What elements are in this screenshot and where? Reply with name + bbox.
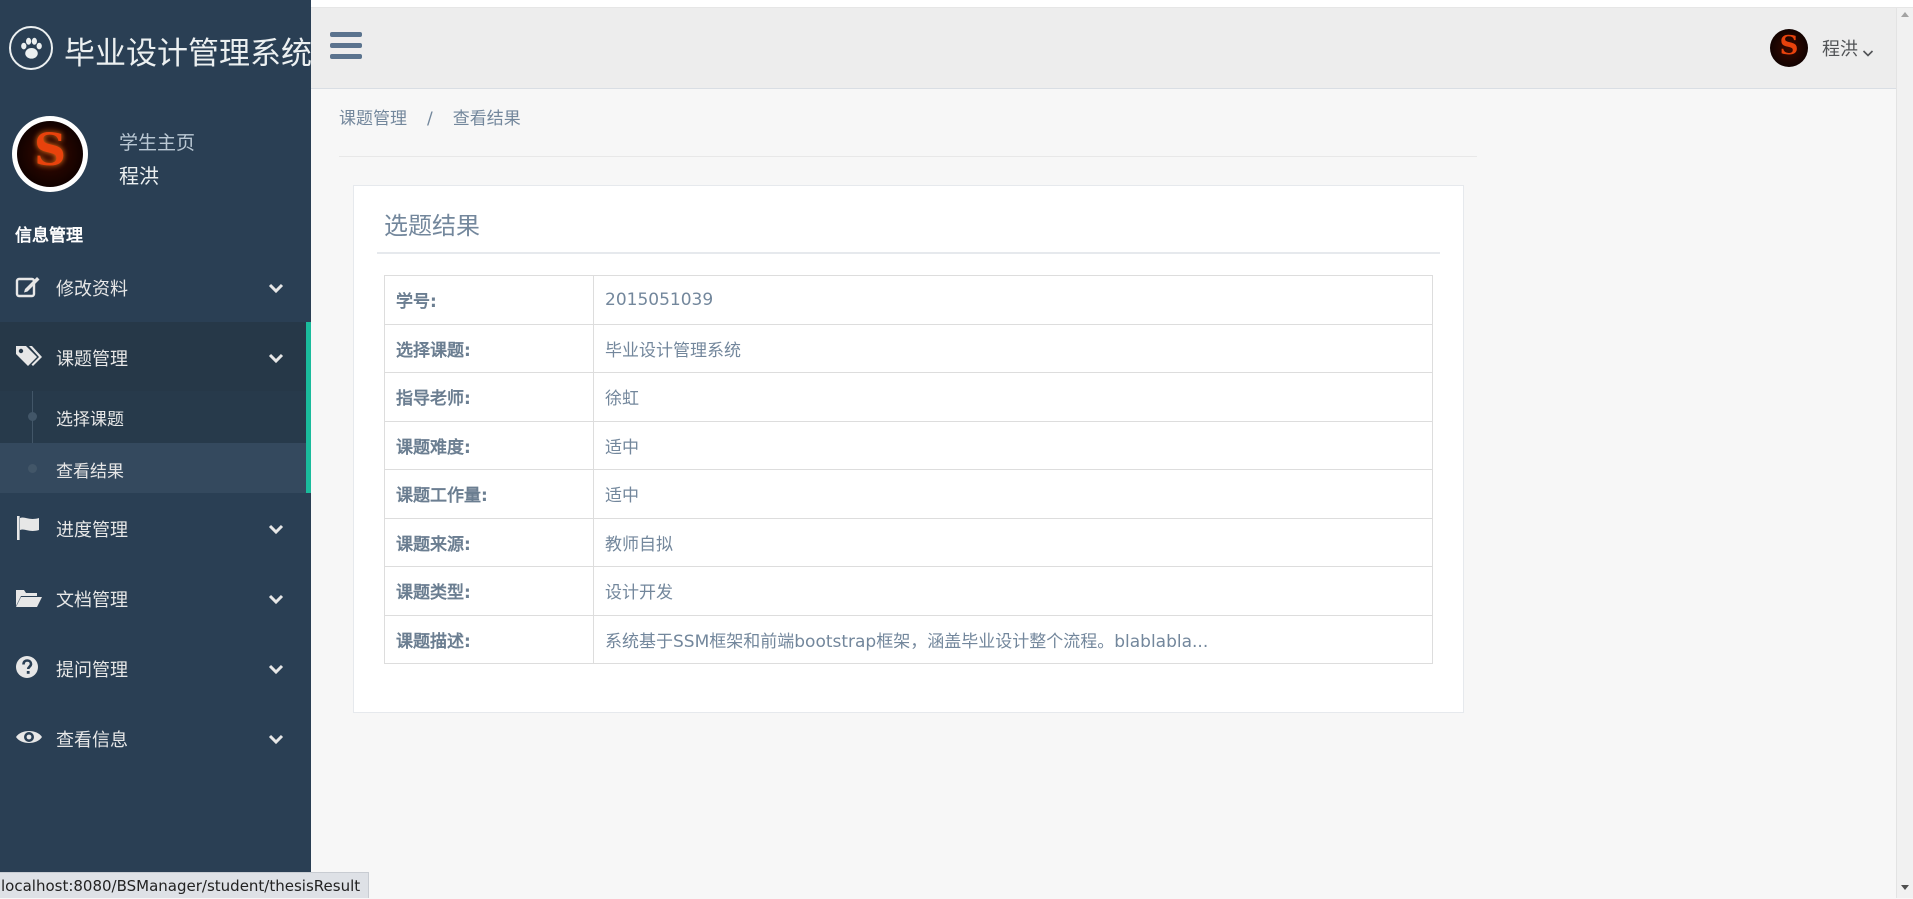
table-row: 课题来源: 教师自拟 xyxy=(384,517,1433,567)
chevron-down-icon xyxy=(268,350,284,364)
section-title: 信息管理 xyxy=(15,226,83,246)
chevron-down-icon xyxy=(268,280,284,294)
table-row: 课题类型: 设计开发 xyxy=(384,566,1433,616)
sidebar-item-progress-management[interactable]: 进度管理 xyxy=(0,493,311,563)
top-strip xyxy=(311,0,1913,8)
submenu-item-label: 查看结果 xyxy=(56,462,124,482)
profile-welcome: 学生主页 xyxy=(119,132,196,154)
avatar: S xyxy=(12,116,88,192)
edit-icon xyxy=(15,274,41,300)
row-value: 徐虹 xyxy=(593,372,1433,422)
sidebar-item-label: 修改资料 xyxy=(56,279,128,300)
divider xyxy=(377,252,1440,254)
avatar-letter: S xyxy=(34,125,66,176)
app-title: 毕业设计管理系统 xyxy=(64,36,312,72)
table-row: 课题描述: 系统基于SSM框架和前端bootstrap框架，涵盖毕业设计整个流程… xyxy=(384,614,1433,664)
breadcrumb-item-topic-management[interactable]: 课题管理 xyxy=(339,109,407,129)
profile-name: 程洪 xyxy=(119,164,159,188)
profile: S 学生主页 程洪 xyxy=(0,112,311,196)
sidebar-item-label: 查看信息 xyxy=(56,730,128,751)
row-value: 教师自拟 xyxy=(593,517,1433,567)
row-value: 2015051039 xyxy=(593,275,1433,325)
scroll-down-icon[interactable] xyxy=(1901,885,1909,890)
chevron-down-icon xyxy=(1862,43,1874,57)
panel-title: 选题结果 xyxy=(384,212,480,240)
row-key: 课题来源: xyxy=(384,517,594,567)
row-value: 适中 xyxy=(593,420,1433,470)
sidebar-item-edit-profile[interactable]: 修改资料 xyxy=(0,252,311,322)
sidebar-item-question-management[interactable]: 提问管理 xyxy=(0,633,311,703)
avatar: S xyxy=(1770,29,1808,67)
row-value: 适中 xyxy=(593,469,1433,519)
flag-icon xyxy=(15,515,41,541)
eye-icon xyxy=(15,725,42,751)
sidebar-item-document-management[interactable]: 文档管理 xyxy=(0,563,311,633)
row-value: 系统基于SSM框架和前端bootstrap框架，涵盖毕业设计整个流程。blabl… xyxy=(593,614,1433,664)
submenu-item-select-topic[interactable]: 选择课题 xyxy=(0,391,306,441)
sidebar-item-label: 课题管理 xyxy=(56,349,128,370)
breadcrumb: 课题管理 / 查看结果 xyxy=(339,104,521,129)
table-row: 学号: 2015051039 xyxy=(384,275,1433,325)
user-menu[interactable]: S 程洪 xyxy=(1770,28,1874,68)
avatar-letter: S xyxy=(1779,31,1799,61)
top-nav: S 程洪 xyxy=(311,8,1896,89)
row-key: 课题工作量: xyxy=(384,469,594,519)
status-bar-url: localhost:8080/BSManager/student/thesisR… xyxy=(0,872,370,898)
sidebar-item-topic-management[interactable]: 课题管理 xyxy=(0,322,311,392)
row-key: 学号: xyxy=(384,275,594,325)
result-panel: 选题结果 学号: 2015051039 选择课题: 毕业设计管理系统 指导老师:… xyxy=(353,185,1464,713)
row-key: 指导老师: xyxy=(384,372,594,422)
scrollbar[interactable] xyxy=(1896,8,1913,898)
table-row: 课题难度: 适中 xyxy=(384,420,1433,470)
breadcrumb-item-view-result: 查看结果 xyxy=(452,109,521,129)
chevron-down-icon xyxy=(268,731,284,745)
table-row: 指导老师: 徐虹 xyxy=(384,372,1433,422)
row-value: 毕业设计管理系统 xyxy=(593,323,1433,373)
submenu-item-view-result[interactable]: 查看结果 xyxy=(0,443,306,493)
chevron-down-icon xyxy=(268,521,284,535)
table-row: 选择课题: 毕业设计管理系统 xyxy=(384,323,1433,373)
chevron-down-icon xyxy=(268,661,284,675)
sidebar-item-label: 提问管理 xyxy=(56,660,128,681)
paw-icon xyxy=(9,26,53,70)
menu-toggle-icon[interactable] xyxy=(330,32,362,60)
divider xyxy=(339,156,1477,157)
breadcrumb-separator: / xyxy=(427,109,433,129)
row-key: 课题难度: xyxy=(384,420,594,470)
sidebar: 毕业设计管理系统 S 学生主页 程洪 信息管理 修改资料 课题管理 选择课题 查… xyxy=(0,0,312,898)
tags-icon xyxy=(15,344,42,370)
sidebar-item-view-info[interactable]: 查看信息 xyxy=(0,703,311,773)
folder-open-icon xyxy=(15,585,42,611)
sidebar-item-label: 文档管理 xyxy=(56,590,128,611)
submenu-item-label: 选择课题 xyxy=(56,410,124,430)
table-row: 课题工作量: 适中 xyxy=(384,469,1433,519)
row-value: 设计开发 xyxy=(593,566,1433,616)
question-circle-icon xyxy=(15,655,41,681)
user-name: 程洪 xyxy=(1822,39,1858,60)
bullet-icon xyxy=(28,464,37,473)
bullet-icon xyxy=(28,412,37,421)
scroll-up-icon[interactable] xyxy=(1901,12,1909,17)
result-table: 学号: 2015051039 选择课题: 毕业设计管理系统 指导老师: 徐虹 课… xyxy=(384,275,1433,664)
brand[interactable]: 毕业设计管理系统 xyxy=(0,0,312,98)
chevron-down-icon xyxy=(268,591,284,605)
sidebar-item-label: 进度管理 xyxy=(56,520,128,541)
submenu: 选择课题 查看结果 xyxy=(0,391,311,493)
row-key: 选择课题: xyxy=(384,323,594,373)
row-key: 课题描述: xyxy=(384,614,594,664)
row-key: 课题类型: xyxy=(384,566,594,616)
